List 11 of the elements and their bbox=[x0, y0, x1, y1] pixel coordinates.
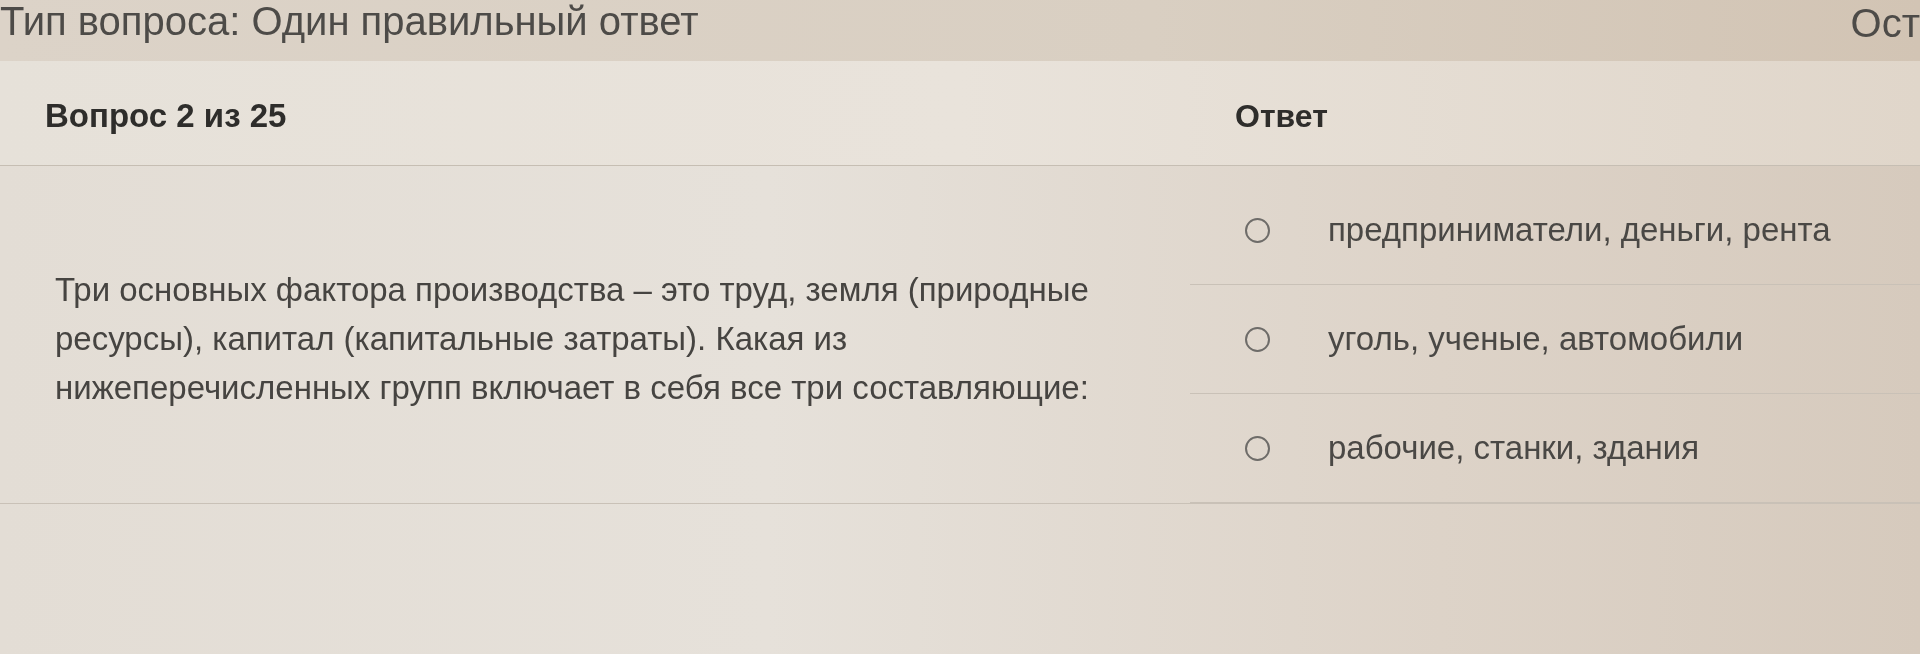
option-label[interactable]: уголь, ученые, автомобили bbox=[1328, 320, 1744, 358]
option-label[interactable]: рабочие, станки, здания bbox=[1328, 429, 1700, 467]
radio-button[interactable] bbox=[1245, 217, 1270, 243]
cut-off-label: Ост bbox=[1850, 2, 1920, 44]
question-type-label: Тип вопроса: Один правильный ответ bbox=[0, 0, 699, 42]
question-number-heading: Вопрос 2 из 25 bbox=[45, 97, 287, 135]
option-label[interactable]: предприниматели, деньги, рента bbox=[1328, 211, 1831, 249]
question-text: Три основных фактора производства – это труд, земля (природные ресурсы), капитал (капитальные затраты). Какая из нижеперечисленных групп включает в себя все три составляющие: bbox=[55, 270, 1090, 408]
radio-button[interactable] bbox=[1245, 326, 1270, 352]
radio-button[interactable] bbox=[1245, 435, 1270, 461]
answer-heading: Ответ bbox=[1235, 97, 1328, 135]
